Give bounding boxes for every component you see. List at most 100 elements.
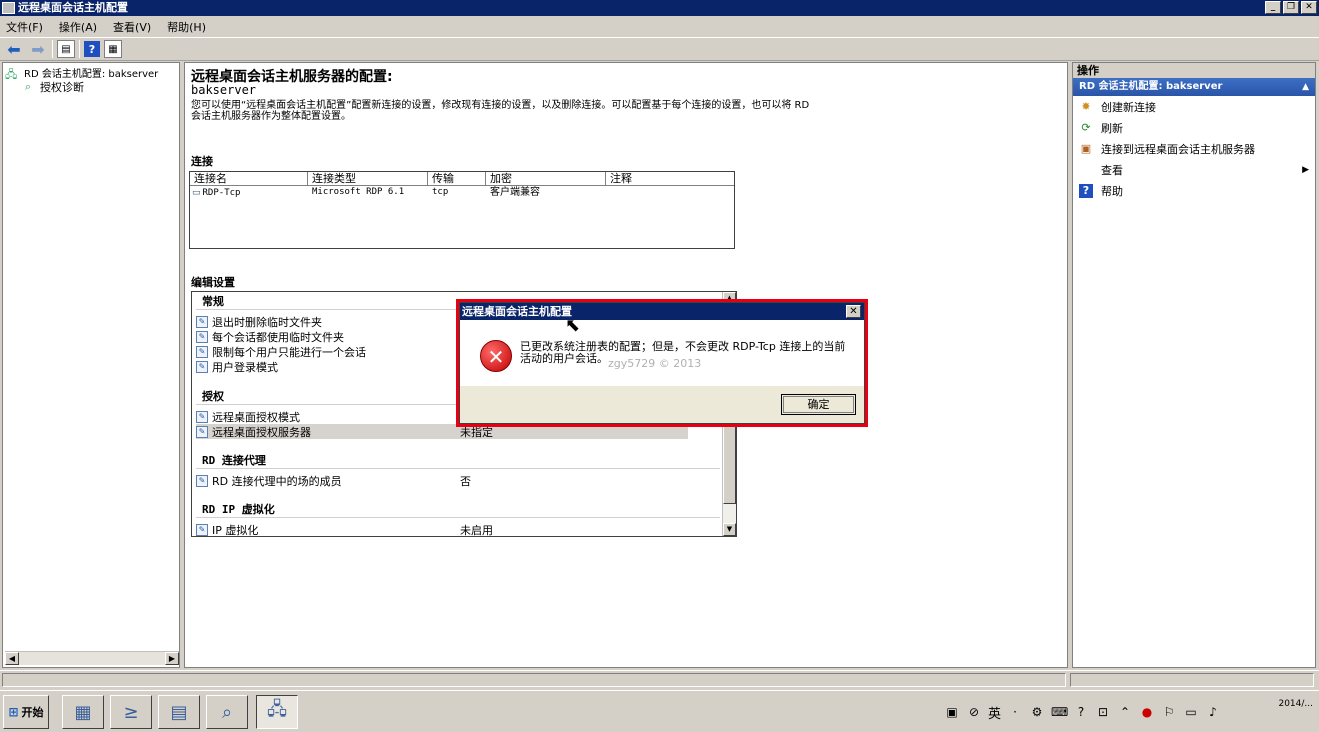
taskbar: ⊞ 开始 ▦ ≥ ▤ ⌕ 🖧 ▣ ⊘ 英 · ⚙ ⌨ ? ⊡ ⌃ ● ⚐ ▭ ♪…: [0, 690, 1319, 732]
actions-section-label: RD 会话主机配置: bakserver: [1079, 81, 1223, 92]
connections-header: 连接名 连接类型 传输 加密 注释: [190, 172, 734, 186]
action-connect-server[interactable]: ▣ 连接到远程桌面会话主机服务器: [1073, 138, 1315, 159]
table-row[interactable]: ▭ RDP-Tcp Microsoft RDP 6.1 tcp 客户端兼容: [190, 186, 734, 200]
toolbar-separator: [52, 40, 53, 58]
network-icon[interactable]: ⊡: [1095, 704, 1111, 720]
flag-icon[interactable]: ⚐: [1161, 704, 1177, 720]
keyboard-icon[interactable]: ⌨: [1051, 704, 1068, 720]
back-arrow-icon[interactable]: ⬅: [4, 39, 24, 59]
action-help[interactable]: ? 帮助: [1073, 180, 1315, 201]
action-label: 创建新连接: [1101, 100, 1156, 114]
setting-label: RD 连接代理中的场的成员: [212, 474, 342, 488]
actions-section-header[interactable]: RD 会话主机配置: bakserver ▲: [1073, 78, 1315, 96]
scroll-down-icon[interactable]: ▼: [723, 523, 736, 536]
forward-arrow-icon[interactable]: ➡: [28, 39, 48, 59]
setting-icon: ✎: [196, 523, 208, 536]
description-text: 您可以使用“远程桌面会话主机配置”配置新连接的设置，修改现有连接的设置，以及删除…: [191, 100, 810, 122]
explorer-taskbar-icon[interactable]: ▤: [158, 695, 200, 729]
setting-icon: ✎: [196, 410, 208, 423]
group-ip-virtualization: RD IP 虚拟化: [202, 503, 275, 516]
group-connection-broker: RD 连接代理: [202, 454, 266, 467]
action-view[interactable]: 查看 ▶: [1073, 159, 1315, 180]
rd-config-taskbar-icon[interactable]: 🖧: [256, 695, 298, 729]
help-tray-icon[interactable]: ?: [1073, 704, 1089, 720]
setting-row[interactable]: ✎ RD 连接代理中的场的成员 否: [196, 473, 688, 488]
tree-root-node[interactable]: 🖧 RD 会话主机配置: bakserver: [5, 65, 158, 81]
toolbar-separator: [79, 40, 80, 58]
dialog-close-button[interactable]: ✕: [846, 305, 861, 318]
menu-bar: 文件(F) 操作(A) 查看(V) 帮助(H): [0, 17, 1319, 36]
column-header-type[interactable]: 连接类型: [308, 172, 428, 185]
setting-row[interactable]: ✎ IP 虚拟化 未启用: [196, 522, 688, 537]
mouse-cursor-icon: ⬉: [565, 315, 581, 336]
system-tray: ▣ ⊘ 英 · ⚙ ⌨ ? ⊡ ⌃ ● ⚐ ▭ ♪: [940, 695, 1316, 729]
show-tree-icon[interactable]: ▤: [57, 40, 75, 58]
status-bar: [0, 670, 1319, 688]
dialog-body: ✕ 已更改系统注册表的配置；但是，不会更改 RDP-Tcp 连接上的当前活动的用…: [460, 320, 864, 386]
action-refresh[interactable]: ⟳ 刷新: [1073, 117, 1315, 138]
input-language[interactable]: 英: [988, 703, 1001, 722]
action-create-connection[interactable]: ✸ 创建新连接: [1073, 96, 1315, 117]
start-button[interactable]: ⊞ 开始: [3, 695, 49, 729]
column-header-transport[interactable]: 传输: [428, 172, 486, 185]
server-manager-taskbar-icon[interactable]: ▦: [62, 695, 104, 729]
setting-icon: ✎: [196, 360, 208, 373]
setting-icon: ✎: [196, 474, 208, 487]
column-header-name[interactable]: 连接名: [190, 172, 308, 185]
connection-name-cell: ▭ RDP-Tcp: [190, 186, 308, 200]
punctuation-icon[interactable]: ·: [1007, 704, 1023, 720]
server-config-icon: 🖧: [5, 67, 18, 81]
console-tree: 🖧 RD 会话主机配置: bakserver ⌕ 授权诊断 ◀ ▶: [2, 62, 180, 668]
group-divider: [196, 517, 720, 518]
restore-button[interactable]: ❐: [1283, 1, 1299, 14]
setting-value: 未启用: [460, 523, 493, 537]
help-icon: ?: [1079, 183, 1093, 198]
setting-label: IP 虚拟化: [212, 523, 259, 537]
volume-icon[interactable]: ♪: [1205, 704, 1221, 720]
connection-comment: [606, 186, 734, 200]
minimize-button[interactable]: _: [1265, 1, 1281, 14]
action-label: 连接到远程桌面会话主机服务器: [1101, 142, 1255, 156]
tree-licensing-diagnosis-node[interactable]: ⌕ 授权诊断: [25, 79, 84, 95]
scroll-left-icon[interactable]: ◀: [5, 652, 19, 665]
refresh-icon: ⟳: [1081, 120, 1091, 134]
diagnosis-taskbar-icon[interactable]: ⌕: [206, 695, 248, 729]
menu-view[interactable]: 查看(V): [113, 19, 151, 35]
group-licensing: 授权: [202, 390, 224, 403]
security-icon[interactable]: ●: [1139, 704, 1155, 720]
setting-icon: ✎: [196, 330, 208, 343]
powershell-taskbar-icon[interactable]: ≥: [110, 695, 152, 729]
setting-label: 每个会话都使用临时文件夹: [212, 330, 344, 344]
no-entry-icon[interactable]: ⊘: [966, 704, 982, 720]
scroll-right-icon[interactable]: ▶: [165, 652, 179, 665]
view-spacer-icon: [1079, 163, 1093, 177]
setting-label: 远程桌面授权服务器: [212, 425, 311, 439]
menu-action[interactable]: 操作(A): [59, 19, 97, 35]
dialog-title: 远程桌面会话主机配置: [462, 305, 572, 318]
connection-type: Microsoft RDP 6.1: [312, 187, 405, 197]
server-name: bakserver: [191, 83, 257, 97]
help-icon[interactable]: ?: [84, 41, 100, 57]
close-button[interactable]: ✕: [1301, 1, 1317, 14]
tree-horizontal-scrollbar[interactable]: ◀ ▶: [5, 651, 179, 665]
menu-file[interactable]: 文件(F): [6, 19, 43, 35]
setting-icon: ✎: [196, 425, 208, 438]
ok-button[interactable]: 确定: [781, 394, 856, 415]
settings-icon[interactable]: ⚙: [1029, 704, 1045, 720]
monitor-icon[interactable]: ▭: [1183, 704, 1199, 720]
collapse-caret-icon[interactable]: ▲: [1302, 78, 1309, 96]
column-header-comment[interactable]: 注释: [606, 172, 734, 185]
setting-label: 用户登录模式: [212, 360, 278, 374]
connections-list[interactable]: 连接名 连接类型 传输 加密 注释 ▭ RDP-Tcp Microsoft RD…: [189, 171, 735, 249]
action-label: 帮助: [1101, 184, 1123, 198]
column-header-encryption[interactable]: 加密: [486, 172, 606, 185]
connection-icon: ▭: [192, 187, 201, 198]
menu-help[interactable]: 帮助(H): [167, 19, 206, 35]
ime-icon[interactable]: ▣: [944, 704, 960, 720]
expand-tray-icon[interactable]: ⌃: [1117, 704, 1133, 720]
connect-server-icon: ▣: [1080, 141, 1092, 155]
group-general: 常规: [202, 295, 224, 308]
clock[interactable]: 2014/...: [1278, 697, 1313, 711]
setting-icon: ✎: [196, 315, 208, 328]
show-action-pane-icon[interactable]: ▦: [104, 40, 122, 58]
